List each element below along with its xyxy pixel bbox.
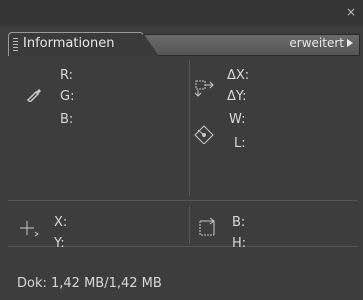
panel-titlebar: × bbox=[0, 0, 363, 26]
y-label: Y: bbox=[54, 236, 65, 251]
h-size-label: H: bbox=[232, 236, 247, 251]
document-size-status: Dok: 1,42 MB/1,42 MB bbox=[17, 276, 162, 291]
extended-menu-label: erweitert bbox=[289, 36, 344, 50]
rotate-diamond-icon bbox=[194, 125, 214, 144]
b-label: B: bbox=[60, 112, 74, 127]
info-panel: R: G: B: ΔX: ΔY: W: L: X: Y: B: H: bbox=[8, 56, 358, 281]
drag-grip-icon[interactable] bbox=[13, 38, 18, 51]
size-icon bbox=[199, 217, 215, 236]
l-label: L: bbox=[234, 136, 246, 151]
w-label: W: bbox=[229, 112, 246, 127]
r-label: R: bbox=[60, 68, 74, 83]
tab-informationen[interactable]: Informationen bbox=[8, 32, 159, 56]
dx-label: ΔX: bbox=[227, 68, 250, 83]
move-offset-icon bbox=[194, 80, 214, 97]
close-button[interactable]: × bbox=[345, 6, 357, 18]
triangle-right-icon bbox=[347, 39, 353, 47]
divider-horizontal bbox=[8, 200, 358, 201]
extended-menu-button[interactable]: erweitert bbox=[289, 36, 353, 50]
tab-label: Informationen bbox=[23, 36, 115, 51]
eyedropper-icon bbox=[26, 89, 41, 102]
crosshair-icon bbox=[20, 221, 39, 237]
divider-vertical-lower bbox=[189, 206, 190, 244]
x-label: X: bbox=[54, 215, 68, 230]
divider-vertical bbox=[189, 60, 190, 196]
b-size-label: B: bbox=[232, 215, 246, 230]
dy-label: ΔY: bbox=[227, 89, 247, 104]
g-label: G: bbox=[60, 89, 75, 104]
